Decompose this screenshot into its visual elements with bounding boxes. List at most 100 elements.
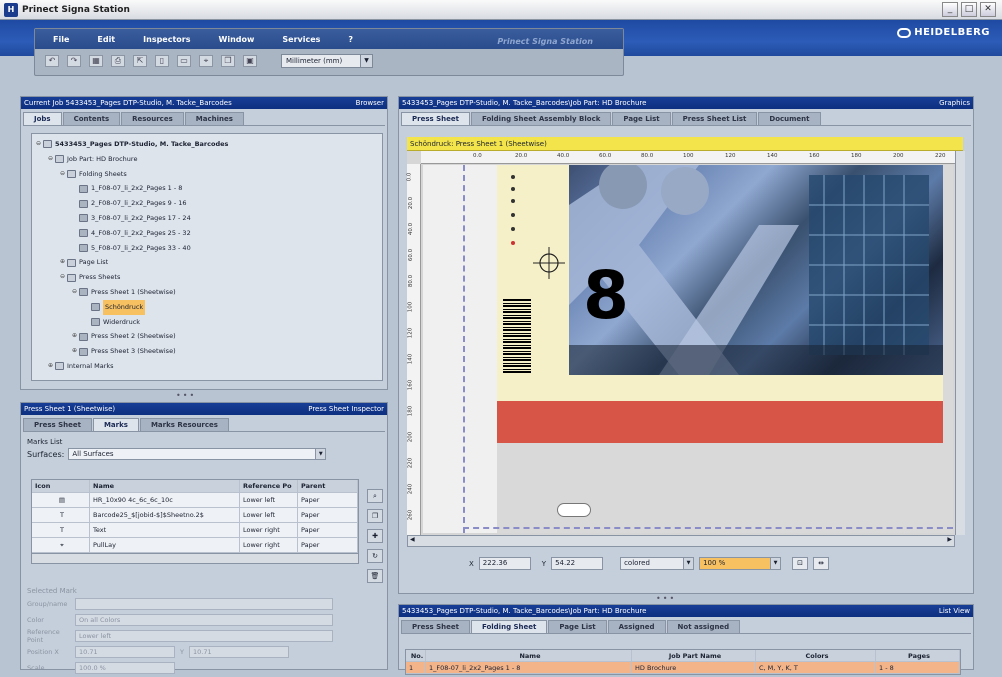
redo-icon[interactable]: ↷: [67, 55, 81, 67]
expand-icon[interactable]: ⊕: [72, 344, 79, 359]
col-reference[interactable]: Reference Po: [240, 480, 298, 492]
tab-machines[interactable]: Machines: [184, 112, 244, 125]
press-sheet-area[interactable]: 8: [423, 165, 953, 533]
expand-icon[interactable]: ⊕: [60, 255, 67, 270]
scroll-left-icon[interactable]: ◀: [410, 536, 415, 543]
page-icon[interactable]: ▯: [155, 55, 169, 67]
grid-icon[interactable]: ▦: [89, 55, 103, 67]
scale-input[interactable]: 100.0 %: [75, 662, 175, 674]
units-select[interactable]: Millimeter (mm) ▼: [281, 54, 373, 68]
splitter-handle[interactable]: •••: [176, 391, 196, 400]
find-mark-icon[interactable]: ⌕: [367, 489, 383, 503]
canvas-horizontal-scrollbar[interactable]: ◀ ▶: [407, 535, 955, 547]
page-number-mark[interactable]: 8: [583, 263, 629, 329]
fit-page-icon[interactable]: ⊡: [792, 557, 809, 570]
fit-width-icon[interactable]: ⇹: [813, 557, 830, 570]
tab-press-sheet-view[interactable]: Press Sheet: [401, 112, 470, 125]
tab-jobs[interactable]: Jobs: [23, 112, 62, 125]
menu-edit[interactable]: Edit: [83, 35, 129, 44]
tree-node[interactable]: 3_F08-07_li_2x2_Pages 17 - 24: [36, 211, 378, 226]
tree-node[interactable]: ⊖ Job Part: HD Brochure: [36, 152, 378, 167]
tree-node[interactable]: 4_F08-07_li_2x2_Pages 25 - 32: [36, 226, 378, 241]
register-crosshair-icon[interactable]: [531, 245, 567, 281]
color-bar-mark[interactable]: [507, 169, 523, 259]
mark-icon[interactable]: ⌖: [199, 55, 213, 67]
tab-document[interactable]: Document: [758, 112, 821, 125]
collapse-icon[interactable]: ⊖: [48, 152, 55, 167]
tab-lv-assigned[interactable]: Assigned: [607, 620, 666, 633]
paste-icon[interactable]: ▣: [243, 55, 257, 67]
splitter-handle-right[interactable]: •••: [656, 594, 676, 603]
tree-node[interactable]: 2_F08-07_li_2x2_Pages 9 - 16: [36, 196, 378, 211]
lv-table-row[interactable]: 1 1_F08-07_li_2x2_Pages 1 - 8 HD Brochur…: [406, 662, 960, 674]
position-x-input[interactable]: 10.71: [75, 646, 175, 658]
tab-lv-press-sheet[interactable]: Press Sheet: [401, 620, 470, 633]
duplicate-mark-icon[interactable]: ❐: [367, 509, 383, 523]
close-button[interactable]: ✕: [980, 2, 996, 17]
tab-press-sheet-list[interactable]: Press Sheet List: [671, 112, 758, 125]
canvas-vertical-scrollbar[interactable]: [955, 151, 965, 535]
tree-node[interactable]: ⊖ Folding Sheets: [36, 167, 378, 182]
col-icon[interactable]: Icon: [32, 480, 90, 492]
tree-node[interactable]: ⊕ Internal Marks: [36, 359, 378, 374]
tree-node[interactable]: 1_F08-07_li_2x2_Pages 1 - 8: [36, 181, 378, 196]
red-color-band[interactable]: [497, 401, 943, 443]
x-coord-field[interactable]: 222.36: [478, 557, 531, 570]
surfaces-select[interactable]: All Surfaces ▼: [68, 448, 327, 460]
tree-node[interactable]: ⊕ Press Sheet 3 (Sheetwise): [36, 344, 378, 359]
menu-inspectors[interactable]: Inspectors: [129, 35, 204, 44]
copy-icon[interactable]: ❐: [221, 55, 235, 67]
mark-row[interactable]: ⌖ PullLay Lower right Paper: [32, 538, 358, 553]
expand-icon[interactable]: ⊕: [72, 329, 79, 344]
mark-row[interactable]: T Barcode25_$[jobid-$]$Sheetno.2$ Lower le…: [32, 508, 358, 523]
position-y-input[interactable]: 10.71: [189, 646, 289, 658]
tab-lv-page-list[interactable]: Page List: [548, 620, 607, 633]
collapse-icon[interactable]: ⊖: [72, 285, 79, 300]
collapse-icon[interactable]: ⊖: [36, 137, 43, 152]
lv-col-colors[interactable]: Colors: [756, 650, 876, 661]
tab-folding-sheet-assembly[interactable]: Folding Sheet Assembly Block: [470, 112, 612, 125]
tree-node[interactable]: ⊕ Press Sheet 2 (Sheetwise): [36, 329, 378, 344]
minimize-button[interactable]: _: [942, 2, 958, 17]
undo-icon[interactable]: ↶: [45, 55, 59, 67]
menu-file[interactable]: File: [39, 35, 83, 44]
barcode-mark[interactable]: [503, 299, 531, 373]
refresh-mark-icon[interactable]: ↻: [367, 549, 383, 563]
color-select[interactable]: On all Colors: [75, 614, 333, 626]
tab-contents[interactable]: Contents: [62, 112, 121, 125]
color-mode-select[interactable]: colored ▼: [620, 557, 695, 570]
tab-page-list[interactable]: Page List: [612, 112, 671, 125]
tab-resources[interactable]: Resources: [121, 112, 184, 125]
mark-row[interactable]: T Text Lower right Paper: [32, 523, 358, 538]
col-name[interactable]: Name: [90, 480, 240, 492]
tree-node[interactable]: ⊖ Press Sheets: [36, 270, 378, 285]
lv-col-pages[interactable]: Pages: [876, 650, 960, 661]
maximize-button[interactable]: □: [961, 2, 977, 17]
collapse-icon[interactable]: ⊖: [60, 167, 67, 182]
group-name-input[interactable]: [75, 598, 333, 610]
zoom-select[interactable]: 100 % ▼: [699, 557, 782, 570]
tree-node[interactable]: Widerdruck: [36, 315, 378, 330]
lv-col-name[interactable]: Name: [426, 650, 632, 661]
lv-col-jobpart[interactable]: Job Part Name: [632, 650, 756, 661]
y-coord-field[interactable]: 54.22: [551, 557, 604, 570]
menu-services[interactable]: Services: [268, 35, 334, 44]
sheet-icon[interactable]: ▭: [177, 55, 191, 67]
expand-icon[interactable]: ⊕: [48, 359, 55, 374]
pull-lay-mark[interactable]: [557, 503, 591, 517]
sheet-canvas[interactable]: 0.0 20.0 40.0 60.0 80.0 100 120 140 160 180 200 220…: [406, 151, 955, 535]
scroll-right-icon[interactable]: ▶: [947, 536, 952, 543]
col-parent[interactable]: Parent: [298, 480, 358, 492]
mark-row[interactable]: ▤ HR_10x90 4c_6c_6c_10c Lower left Paper: [32, 493, 358, 508]
tab-press-sheet[interactable]: Press Sheet: [23, 418, 92, 431]
tab-lv-folding-sheet[interactable]: Folding Sheet: [470, 620, 548, 633]
lv-col-no[interactable]: No.: [406, 650, 426, 661]
reference-point-select[interactable]: Lower left: [75, 630, 333, 642]
tree-node[interactable]: Schöndruck: [36, 299, 378, 315]
tree-node[interactable]: ⊕ Page List: [36, 255, 378, 270]
tree-node[interactable]: ⊖ 5433453_Pages DTP-Studio, M. Tacke_Barc…: [36, 137, 378, 152]
tab-lv-not-assigned[interactable]: Not assigned: [666, 620, 741, 633]
add-mark-icon[interactable]: ✚: [367, 529, 383, 543]
menu-help[interactable]: ?: [334, 35, 367, 44]
print-icon[interactable]: ⎙: [111, 55, 125, 67]
